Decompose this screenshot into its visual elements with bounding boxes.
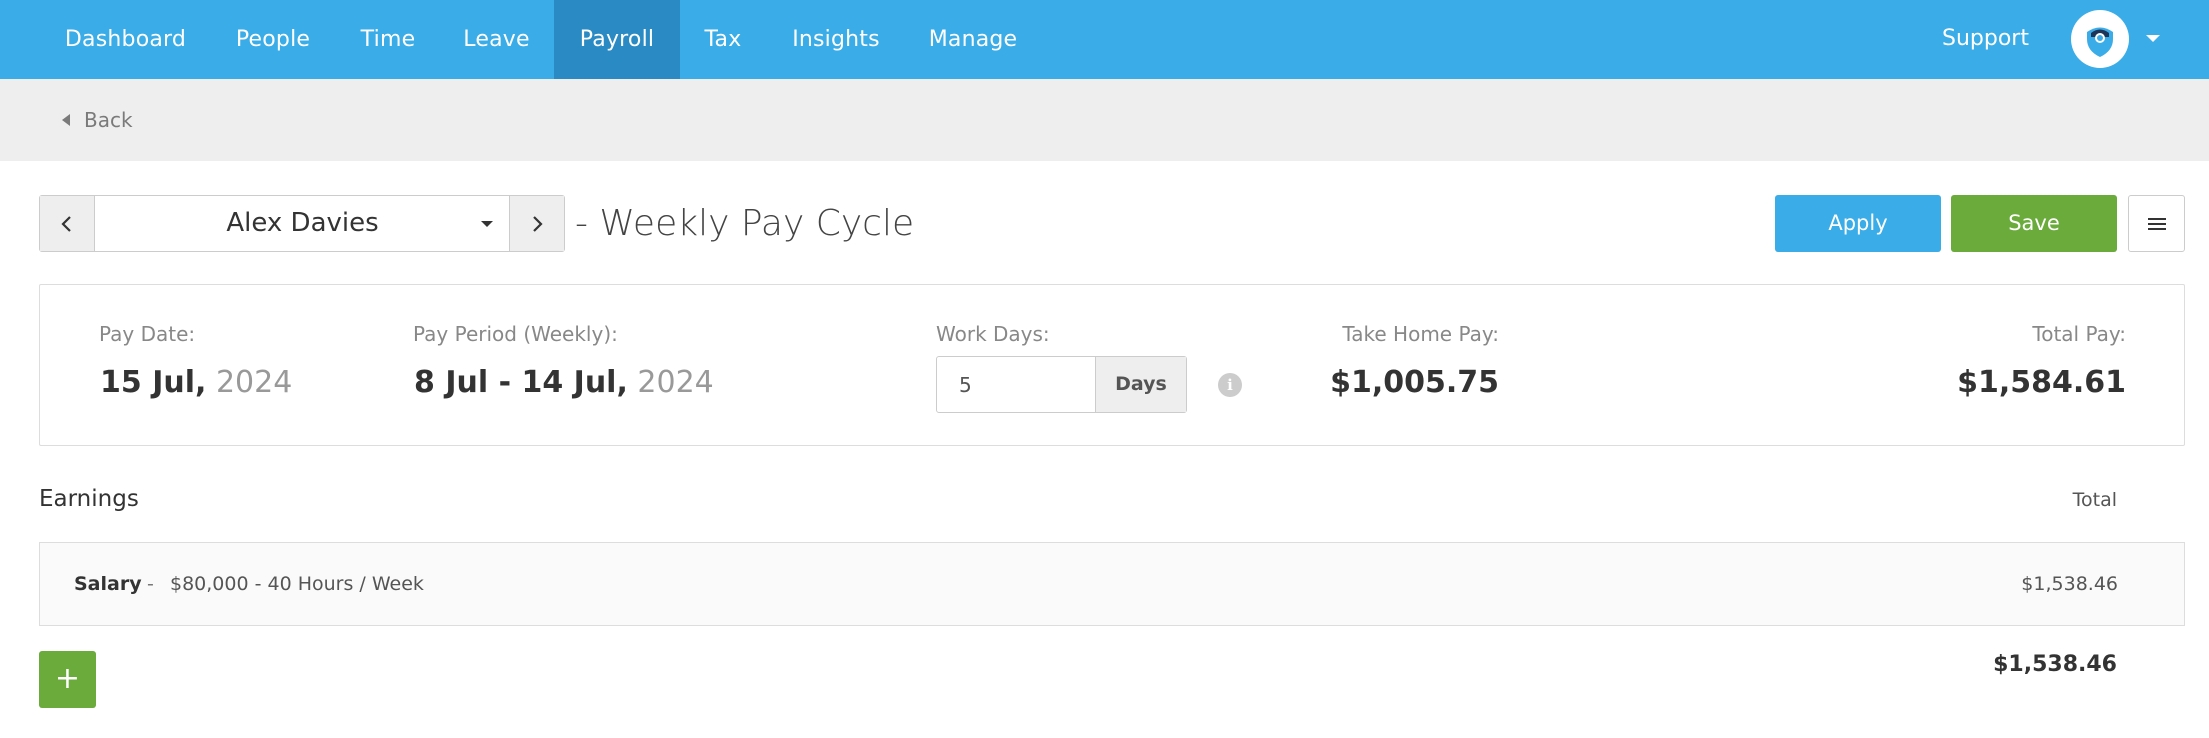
back-link[interactable]: Back: [62, 79, 133, 161]
earning-description: $80,000 - 40 Hours / Week: [170, 573, 424, 595]
employee-selector: Alex Davies: [39, 195, 565, 252]
total-pay-value: $1,584.61: [1957, 365, 2126, 400]
previous-employee-button[interactable]: [40, 196, 95, 251]
nav-item-time[interactable]: Time: [343, 0, 433, 79]
nav-item-manage[interactable]: Manage: [916, 0, 1030, 79]
nav-item-leave[interactable]: Leave: [450, 0, 543, 79]
menu-button[interactable]: [2128, 195, 2185, 252]
nav-item-payroll[interactable]: Payroll: [554, 0, 680, 79]
pay-date-value: 15 Jul, 2024: [100, 365, 292, 400]
support-link[interactable]: Support: [1942, 0, 2029, 79]
take-home-pay-value: $1,005.75: [1330, 365, 1499, 400]
work-days-input[interactable]: [937, 357, 1095, 412]
earnings-row[interactable]: Salary - $80,000 - 40 Hours / Week $1,53…: [39, 542, 2185, 626]
work-days-unit: Days: [1095, 357, 1186, 412]
total-pay-label: Total Pay:: [2032, 322, 2126, 346]
earning-amount: $1,538.46: [2021, 573, 2118, 595]
nav-item-tax[interactable]: Tax: [690, 0, 756, 79]
earnings-grand-total: $1,538.46: [1993, 652, 2117, 677]
pay-date-day: 15 Jul,: [100, 365, 207, 400]
pay-period-label: Pay Period (Weekly):: [413, 322, 618, 346]
user-avatar-icon[interactable]: [2071, 10, 2129, 68]
top-navigation: Dashboard People Time Leave Payroll Tax …: [0, 0, 2209, 79]
pay-date-label: Pay Date:: [99, 322, 196, 346]
work-days-group: Days: [936, 356, 1187, 413]
pay-period-year: 2024: [637, 365, 714, 400]
avatar-logo-icon: [2087, 27, 2113, 57]
save-button[interactable]: Save: [1951, 195, 2117, 252]
earnings-total-header: Total: [2072, 489, 2117, 511]
chevron-right-icon: [533, 215, 543, 232]
info-icon[interactable]: i: [1218, 373, 1242, 397]
earning-separator: -: [147, 573, 154, 595]
hamburger-menu-icon: [2147, 217, 2166, 230]
pay-period-value: 8 Jul - 14 Jul, 2024: [414, 365, 714, 400]
pay-period-range: 8 Jul - 14 Jul,: [414, 365, 628, 400]
nav-item-people[interactable]: People: [213, 0, 333, 79]
earning-name: Salary: [74, 573, 142, 595]
nav-item-dashboard[interactable]: Dashboard: [47, 0, 204, 79]
next-employee-button[interactable]: [509, 196, 564, 251]
take-home-pay-label: Take Home Pay:: [1342, 322, 1499, 346]
chevron-down-icon: [481, 221, 493, 227]
add-earning-button[interactable]: +: [39, 651, 96, 708]
account-dropdown-caret-icon[interactable]: [2146, 35, 2160, 42]
earnings-heading: Earnings: [39, 486, 139, 512]
pay-date-year: 2024: [215, 365, 293, 400]
back-label: Back: [84, 108, 133, 132]
apply-button[interactable]: Apply: [1775, 195, 1941, 252]
pay-cycle-title: - Weekly Pay Cycle: [575, 203, 915, 244]
employee-dropdown[interactable]: Alex Davies: [96, 196, 509, 251]
chevron-left-icon: [61, 215, 71, 232]
work-days-label: Work Days:: [936, 322, 1050, 346]
pay-summary-panel: Pay Date: 15 Jul, 2024 Pay Period (Weekl…: [39, 284, 2185, 446]
back-arrow-icon: [62, 114, 70, 126]
nav-item-insights[interactable]: Insights: [776, 0, 896, 79]
back-bar: Back: [0, 79, 2209, 161]
